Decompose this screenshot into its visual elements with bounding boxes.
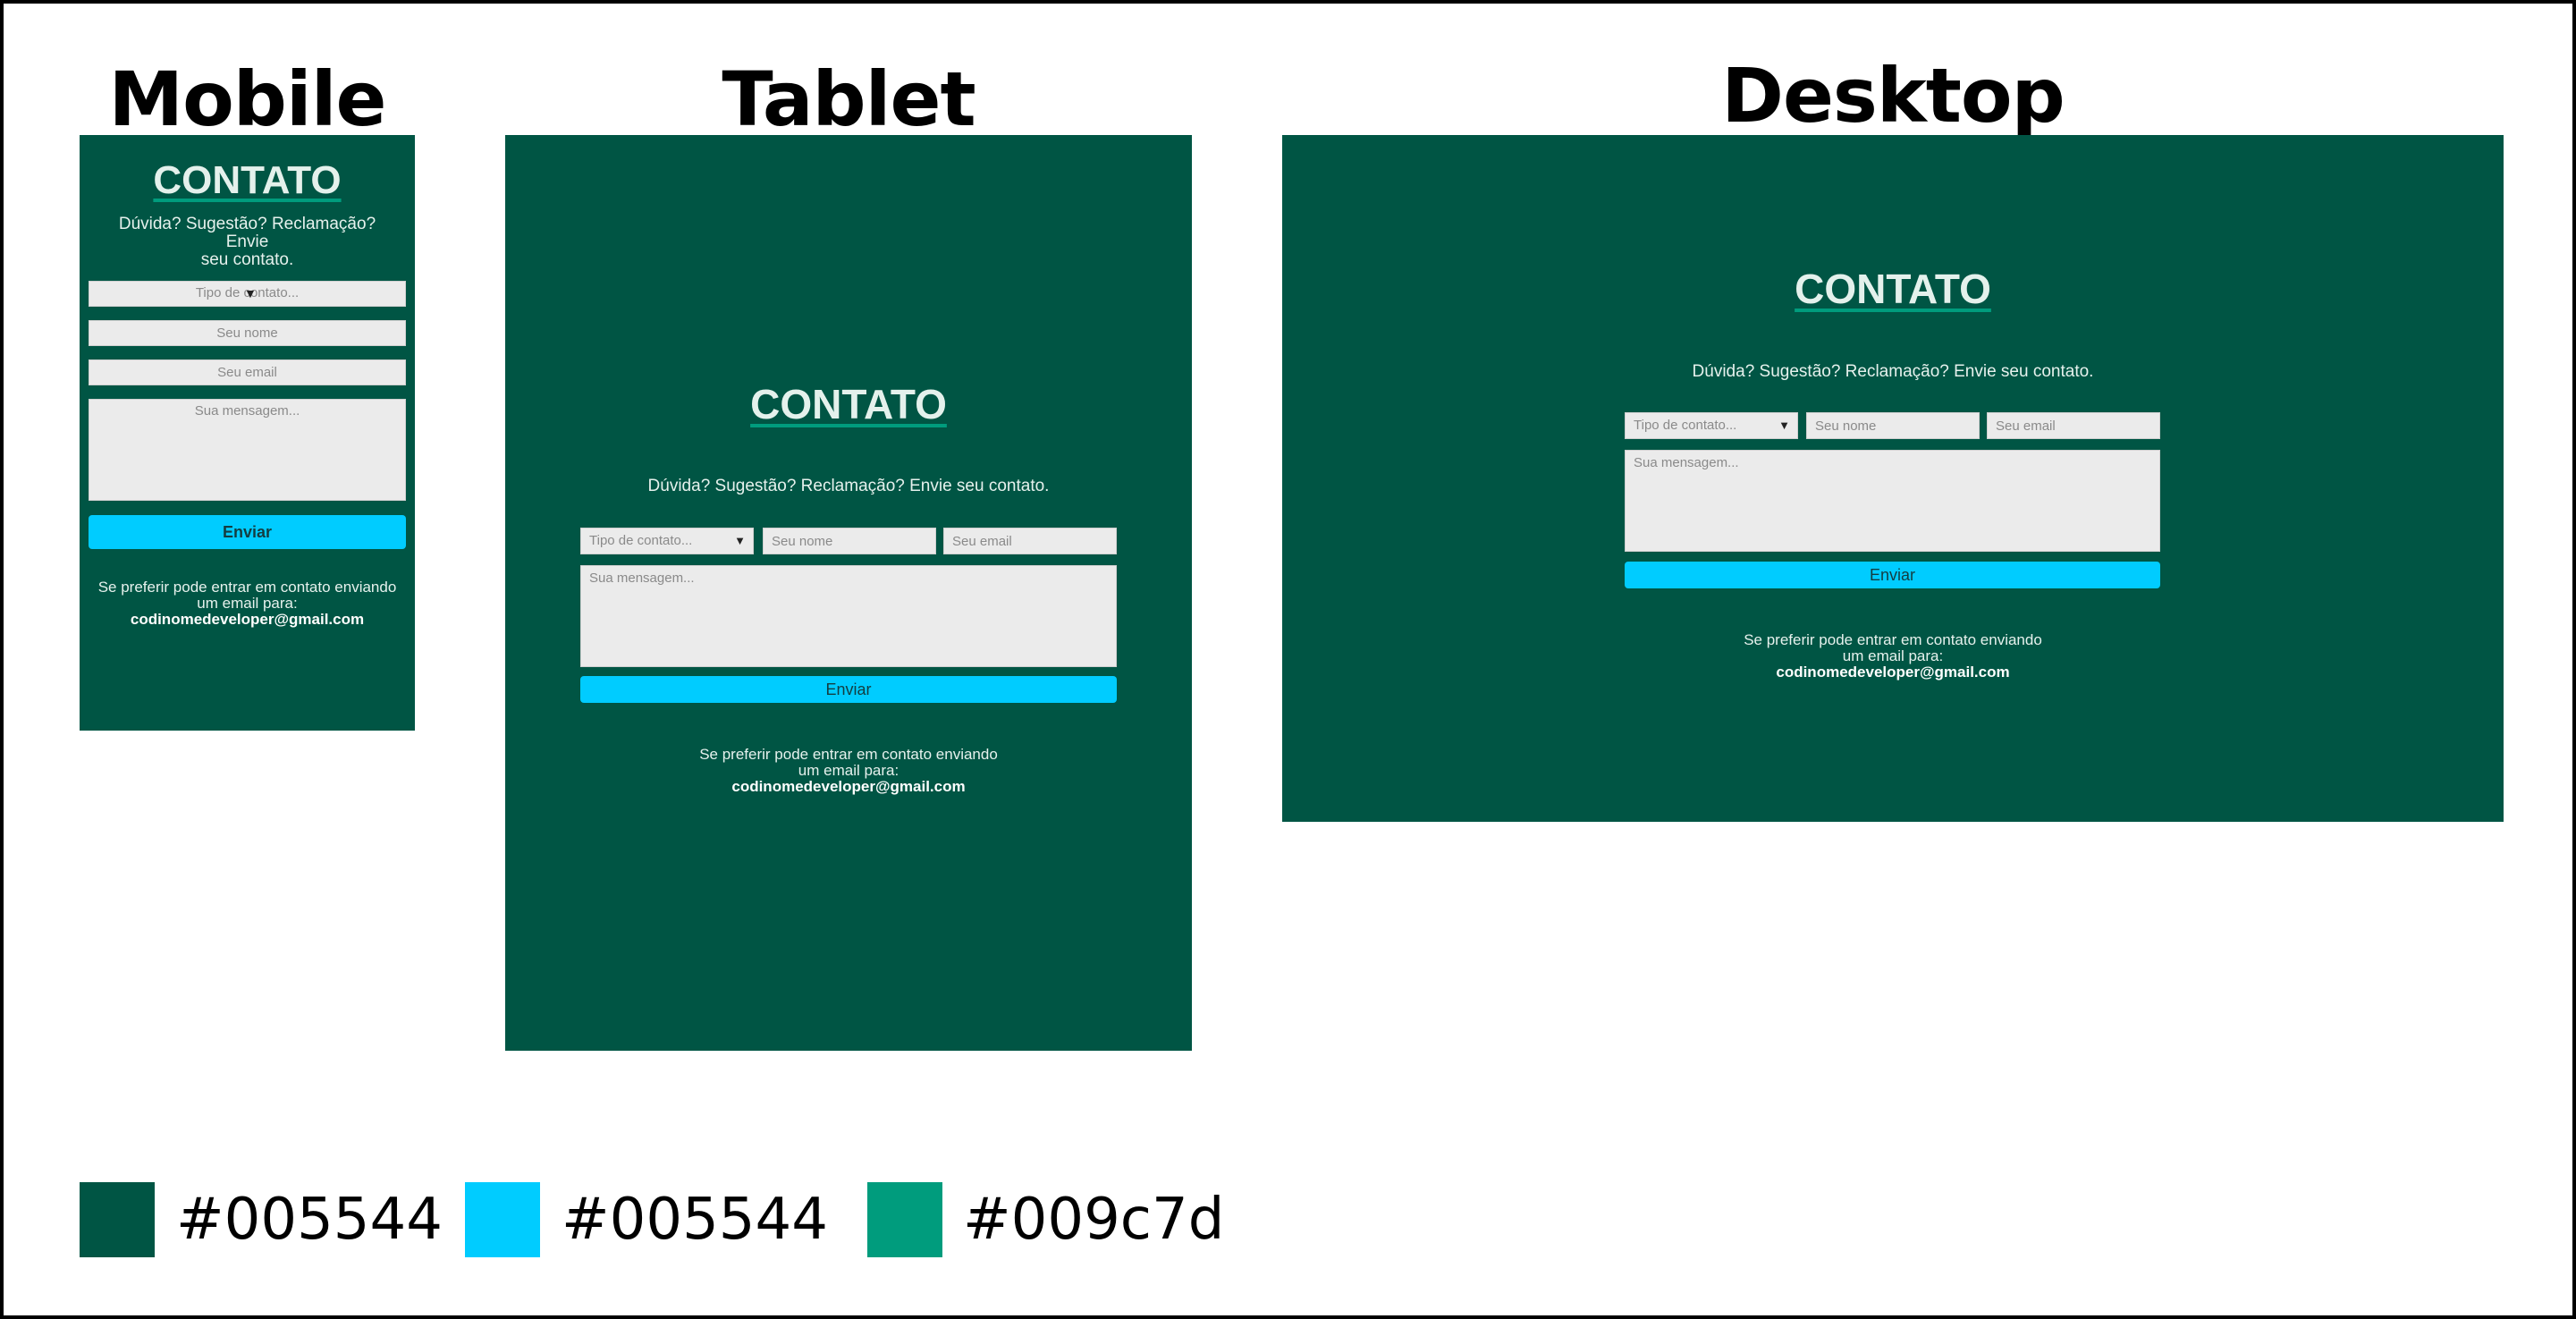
heading-tablet: Tablet	[722, 55, 976, 143]
footer-line1: Se preferir pode entrar em contato envia…	[699, 746, 998, 763]
message-textarea[interactable]: Sua mensagem...	[89, 399, 406, 501]
palette-swatch-2	[465, 1182, 540, 1257]
contact-title: CONTATO	[750, 381, 947, 427]
submit-button[interactable]: Enviar	[89, 515, 406, 549]
contact-title: CONTATO	[153, 158, 342, 202]
email-input[interactable]: Seu email	[943, 528, 1117, 554]
desktop-frame: CONTATO Dúvida? Sugestão? Reclamação? En…	[1282, 135, 2504, 822]
footer-line1: Se preferir pode entrar em contato envia…	[1744, 631, 2042, 648]
contact-footer: Se preferir pode entrar em contato envia…	[89, 579, 406, 628]
contact-lead-line2: seu contato.	[200, 250, 294, 269]
footer-email[interactable]: codinomedeveloper@gmail.com	[1282, 664, 2504, 681]
tablet-frame: CONTATO Dúvida? Sugestão? Reclamação? En…	[505, 135, 1192, 1051]
message-textarea[interactable]: Sua mensagem...	[1625, 450, 2160, 552]
palette-swatch-3	[867, 1182, 942, 1257]
name-input[interactable]: Seu nome	[1806, 412, 1980, 439]
contact-type-placeholder: Tipo de contato...	[589, 533, 693, 548]
name-placeholder: Seu nome	[216, 326, 278, 341]
submit-button[interactable]: Enviar	[1625, 562, 2160, 588]
palette-label-3: #009c7d	[963, 1187, 1225, 1253]
heading-desktop: Desktop	[1721, 52, 2065, 140]
contact-lead-line1: Dúvida? Sugestão? Reclamação? Envie	[118, 215, 376, 251]
email-placeholder: Seu email	[952, 534, 1012, 549]
submit-label: Enviar	[825, 681, 872, 698]
heading-mobile: Mobile	[108, 55, 387, 143]
palette-label-1: #005544	[176, 1187, 443, 1253]
footer-line2: um email para:	[197, 595, 298, 612]
footer-email[interactable]: codinomedeveloper@gmail.com	[89, 612, 406, 628]
submit-label: Enviar	[1869, 566, 1916, 584]
contact-type-select[interactable]: Tipo de contato... ▼	[580, 528, 754, 554]
contact-type-select[interactable]: Tipo de contato... ▼	[1625, 412, 1798, 439]
message-placeholder: Sua mensagem...	[194, 403, 300, 419]
email-input[interactable]: Seu email	[89, 359, 406, 385]
footer-email[interactable]: codinomedeveloper@gmail.com	[505, 779, 1192, 795]
name-input[interactable]: Seu nome	[763, 528, 936, 554]
palette-swatch-1	[80, 1182, 155, 1257]
contact-lead: Dúvida? Sugestão? Reclamação? Envie seu …	[1692, 362, 2094, 381]
contact-title: CONTATO	[1795, 266, 1991, 312]
dropdown-caret-icon: ▼	[734, 534, 746, 547]
dropdown-caret-icon: ▼	[244, 286, 257, 300]
contact-type-select[interactable]: Tipo de contato... ▼	[89, 281, 406, 307]
contact-lead: Dúvida? Sugestão? Reclamação? Envie seu …	[97, 216, 397, 269]
footer-line2: um email para:	[1842, 647, 1944, 664]
name-input[interactable]: Seu nome	[89, 320, 406, 346]
footer-line2: um email para:	[798, 762, 899, 779]
email-placeholder: Seu email	[217, 365, 277, 380]
submit-label: Enviar	[222, 523, 273, 541]
palette-label-2: #005544	[562, 1187, 828, 1253]
contact-type-placeholder: Tipo de contato...	[1634, 418, 1737, 433]
submit-button[interactable]: Enviar	[580, 676, 1117, 703]
contact-footer: Se preferir pode entrar em contato envia…	[505, 747, 1192, 795]
footer-line1: Se preferir pode entrar em contato envia…	[97, 579, 397, 596]
message-placeholder: Sua mensagem...	[589, 571, 695, 586]
name-placeholder: Seu nome	[772, 534, 833, 549]
message-textarea[interactable]: Sua mensagem...	[580, 565, 1117, 667]
email-input[interactable]: Seu email	[1987, 412, 2160, 439]
message-placeholder: Sua mensagem...	[1634, 455, 1739, 470]
contact-footer: Se preferir pode entrar em contato envia…	[1282, 632, 2504, 681]
email-placeholder: Seu email	[1996, 419, 2056, 434]
mobile-frame: CONTATO Dúvida? Sugestão? Reclamação? En…	[80, 135, 415, 731]
dropdown-caret-icon: ▼	[1778, 419, 1790, 432]
name-placeholder: Seu nome	[1815, 419, 1877, 434]
contact-lead: Dúvida? Sugestão? Reclamação? Envie seu …	[647, 477, 1050, 495]
